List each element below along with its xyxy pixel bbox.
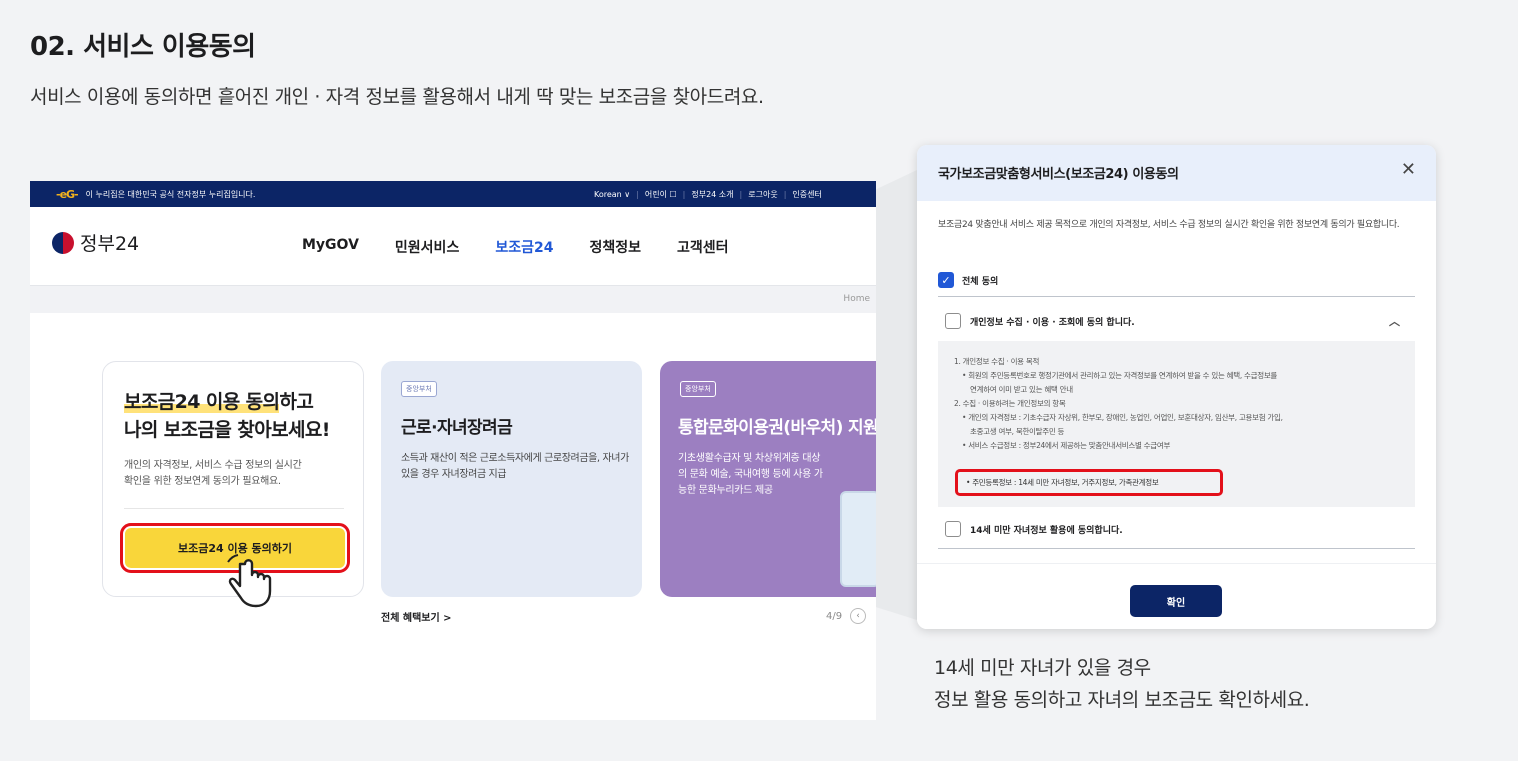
benefit-desc: 소득과 재산이 적은 근로소득자에게 근로장려금을, 자녀가 있을 경우 자녀장…	[401, 453, 629, 480]
agree-all-checkbox[interactable]: ✓ 전체 동의	[938, 272, 998, 288]
main-menu: MyGOV 민원서비스 보조금24 정책정보 고객센터	[302, 237, 729, 257]
checkbox-icon	[945, 521, 961, 537]
menu-mygov[interactable]: MyGOV	[302, 237, 359, 257]
consent-item-label: 개인정보 수집 · 이용 · 조회에 동의 합니다.	[970, 317, 1135, 328]
divider	[124, 508, 344, 509]
agree-all-label: 전체 동의	[962, 276, 999, 287]
prev-icon[interactable]: ‹	[850, 608, 867, 624]
util-cert[interactable]: 인증센터	[792, 189, 821, 200]
highlight-box	[955, 469, 1223, 496]
menu-civil[interactable]: 민원서비스	[395, 237, 459, 257]
consent-modal: 국가보조금맞춤형서비스(보조금24) 이용동의 ✕ 보조금24 맞춤안내 서비스…	[917, 145, 1436, 629]
benefit-title: 근로·자녀장려금	[401, 418, 513, 438]
card-illustration-icon	[840, 491, 876, 587]
section-description: 서비스 이용에 동의하면 흩어진 개인 · 자격 정보를 활용해서 내게 딱 맞…	[30, 86, 764, 108]
modal-intro: 보조금24 맞춤안내 서비스 제공 목적으로 개인의 자격정보, 서비스 수급 …	[938, 220, 1400, 230]
gov24-screenshot: -eG- 이 누리집은 대한민국 공식 전자정부 누리집입니다. Korean …	[30, 181, 876, 720]
gov-notice-bar: -eG- 이 누리집은 대한민국 공식 전자정부 누리집입니다. Korean …	[30, 181, 876, 207]
taegeuk-icon	[52, 231, 74, 254]
carousel-pager: 4/9 ‹	[826, 608, 867, 624]
section-title: 02. 서비스 이용동의	[30, 32, 256, 62]
util-kids[interactable]: 어린이 ☐	[645, 189, 677, 200]
pointer-hand-icon	[227, 554, 272, 608]
all-benefits-link[interactable]: 전체 혜택보기 >	[381, 609, 452, 624]
util-language[interactable]: Korean ∨	[594, 190, 630, 199]
confirm-button[interactable]: 확인	[1130, 585, 1222, 617]
benefit-badge: 중앙부처	[401, 381, 437, 397]
consent-card-title: 보조금24 이용 동의하고 나의 보조금을 찾아보세요!	[124, 391, 330, 441]
caption: 14세 미만 자녀가 있을 경우 정보 활용 동의하고 자녀의 보조금도 확인하…	[934, 657, 1310, 711]
consent-item-label: 14세 미만 자녀정보 활용에 동의합니다.	[970, 525, 1123, 536]
modal-header: 국가보조금맞춤형서비스(보조금24) 이용동의 ✕	[917, 145, 1436, 201]
menu-policy[interactable]: 정책정보	[589, 237, 641, 257]
close-icon[interactable]: ✕	[1401, 159, 1416, 180]
breadcrumb-home[interactable]: Home	[843, 294, 870, 304]
util-links: Korean ∨ | 어린이 ☐ | 정부24 소개 | 로그아웃 | 인증센터	[594, 189, 822, 200]
util-about[interactable]: 정부24 소개	[691, 189, 733, 200]
checkbox-icon	[945, 313, 961, 329]
menu-subsidy[interactable]: 보조금24	[495, 237, 553, 257]
chevron-up-icon[interactable]: ︿	[1389, 313, 1400, 329]
pager-count: 4/9	[826, 610, 843, 622]
gov24-logo[interactable]: 정부24	[52, 229, 139, 256]
logo-text: 정부24	[80, 233, 140, 255]
util-logout[interactable]: 로그아웃	[748, 189, 777, 200]
egov-logo-icon: -eG-	[56, 187, 79, 201]
modal-title: 국가보조금맞춤형서비스(보조금24) 이용동의	[938, 167, 1179, 182]
consent-item-child[interactable]: 14세 미만 자녀정보 활용에 동의합니다.	[945, 521, 1123, 537]
benefit-desc: 기초생활수급자 및 차상위계층 대상의 문화 예술, 국내여행 등에 사용 가능…	[678, 453, 823, 496]
benefit-card-tax[interactable]: 중앙부처 근로·자녀장려금 소득과 재산이 적은 근로소득자에게 근로장려금을,…	[381, 361, 642, 597]
divider	[938, 296, 1415, 297]
benefit-badge: 중앙부처	[680, 381, 716, 397]
checkmark-icon: ✓	[938, 272, 954, 288]
page: { "section": { "title": "02. 서비스 이용동의", …	[0, 0, 1518, 761]
consent-item-personal[interactable]: 개인정보 수집 · 이용 · 조회에 동의 합니다. ︿	[945, 313, 1400, 329]
breadcrumb: Home	[30, 285, 876, 313]
gov-header: 정부24 MyGOV 민원서비스 보조금24 정책정보 고객센터	[30, 207, 876, 285]
benefit-card-culture[interactable]: 중앙부처 통합문화이용권(바우처) 지원 기초생활수급자 및 차상위계층 대상의…	[660, 361, 876, 597]
menu-support[interactable]: 고객센터	[677, 237, 729, 257]
benefit-title: 통합문화이용권(바우처) 지원	[678, 418, 876, 438]
consent-card-desc: 개인의 자격정보, 서비스 수급 정보의 실시간 확인을 위한 정보연계 동의가…	[124, 460, 302, 487]
gov-notice-text: 이 누리집은 대한민국 공식 전자정부 누리집입니다.	[85, 189, 256, 199]
divider	[938, 548, 1415, 549]
